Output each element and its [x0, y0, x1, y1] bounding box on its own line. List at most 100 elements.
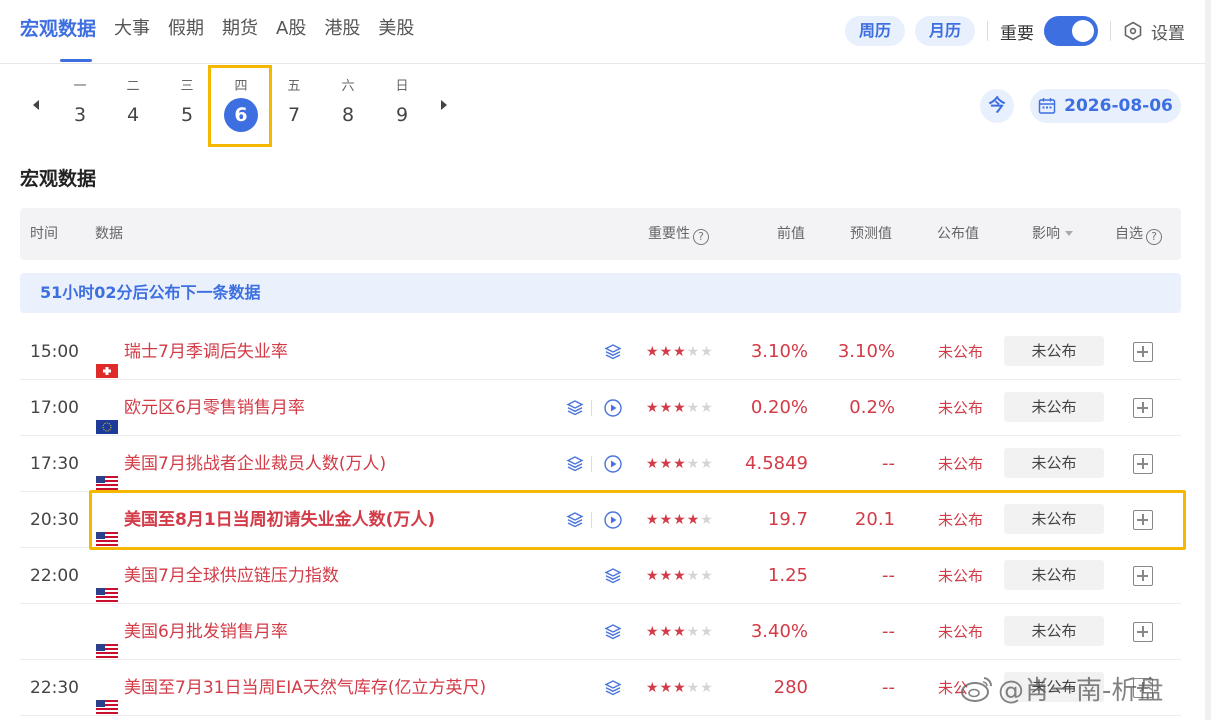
layers-icon[interactable] [603, 566, 623, 586]
row-time: 15:00 [30, 342, 79, 362]
nav-tab-4[interactable]: A股 [276, 0, 306, 62]
play-video-icon[interactable] [603, 398, 623, 418]
day-4[interactable]: 五7 [274, 78, 314, 128]
add-to-watchlist-icon[interactable] [1133, 342, 1153, 362]
row-impact-badge: 未公布 [1004, 392, 1104, 422]
nav-tab-3[interactable]: 期货 [222, 0, 258, 62]
day-0[interactable]: 一3 [60, 78, 100, 128]
star-icon: ★ [646, 680, 660, 696]
add-to-watchlist-icon[interactable] [1133, 398, 1153, 418]
nav-tab-2[interactable]: 假期 [168, 0, 204, 62]
table-row: 17:30 美国7月挑战者企业裁员人数(万人) ★★★★★ 4.5849 -- 未公布 未公… [20, 436, 1181, 492]
row-prev-value: 4.5849 [745, 453, 808, 474]
row-time: 17:30 [30, 454, 79, 474]
day-2[interactable]: 三5 [167, 78, 207, 128]
current-date: 2026-08-06 [1064, 96, 1173, 116]
nav-tab-0[interactable]: 宏观数据 [20, 0, 96, 62]
layers-icon[interactable] [603, 678, 623, 698]
star-icon: ★ [700, 624, 714, 640]
layers-icon[interactable] [565, 398, 585, 418]
today-button[interactable]: 今 [980, 89, 1014, 123]
star-icon: ★ [700, 568, 714, 584]
day-number: 3 [73, 104, 87, 126]
star-icon: ★ [686, 456, 701, 472]
scrollbar[interactable] [1205, 0, 1211, 720]
row-time: 20:30 [30, 510, 79, 530]
star-icon: ★ [700, 344, 714, 360]
row-title[interactable]: 美国至7月31日当周EIA天然气库存(亿立方英尺) [124, 660, 486, 716]
day-6[interactable]: 日9 [382, 78, 422, 128]
play-video-icon[interactable] [603, 454, 623, 474]
nav-tab-6[interactable]: 美股 [378, 0, 414, 62]
date-picker-button[interactable]: 2026-08-06 [1030, 89, 1181, 123]
important-toggle-label: 重要 [1000, 23, 1034, 44]
day-5[interactable]: 六8 [328, 78, 368, 128]
week-calendar-button[interactable]: 周历 [844, 16, 905, 46]
category-tabs: 宏观数据 大事 假期 期货 A股 港股 美股 [20, 0, 432, 62]
importance-help-icon[interactable]: ? [693, 229, 709, 245]
weekday-label: 五 [287, 79, 301, 94]
row-title[interactable]: 欧元区6月零售销售月率 [124, 380, 305, 436]
row-time: 22:30 [30, 678, 79, 698]
row-forecast-value: 0.2% [849, 397, 895, 418]
weekday-label: 三 [180, 79, 194, 94]
star-icon: ★ [700, 680, 714, 696]
divider [987, 21, 988, 41]
day-number: 9 [395, 104, 409, 126]
settings-label: 设置 [1151, 23, 1185, 44]
add-to-watchlist-icon[interactable] [1133, 454, 1153, 474]
header-watch-label: 自选 [1115, 226, 1143, 242]
day-1[interactable]: 二4 [113, 78, 153, 128]
header-impact[interactable]: 影响 [1032, 208, 1073, 260]
selected-day-highlight [208, 65, 272, 147]
star-icon: ★ [686, 568, 701, 584]
add-to-watchlist-icon[interactable] [1133, 566, 1153, 586]
table-header: 时间 数据 重要性? 前值 预测值 公布值 影响 自选? [20, 208, 1181, 260]
row-title[interactable]: 瑞士7月季调后失业率 [124, 324, 288, 380]
day-number: 8 [341, 104, 355, 126]
row-impact-badge: 未公布 [1004, 560, 1104, 590]
divider [591, 456, 592, 472]
star-icon: ★ [659, 344, 674, 360]
star-icon: ★ [673, 456, 687, 472]
star-icon: ★ [673, 680, 687, 696]
weibo-logo-icon [961, 676, 993, 702]
important-toggle[interactable] [1044, 16, 1098, 46]
row-title[interactable]: 美国7月全球供应链压力指数 [124, 548, 339, 604]
flag-us-icon [96, 457, 118, 490]
star-icon: ★ [673, 624, 687, 640]
row-time: 17:00 [30, 398, 79, 418]
row-forecast-value: -- [882, 621, 895, 642]
prev-week-arrow-icon[interactable] [33, 100, 39, 110]
top-navigation: 宏观数据 大事 假期 期货 A股 港股 美股 周历 月历 重要 设置 [0, 0, 1205, 64]
row-impact-badge: 未公布 [1004, 448, 1104, 478]
row-title[interactable]: 美国7月挑战者企业裁员人数(万人) [124, 436, 386, 492]
row-forecast-value: -- [882, 453, 895, 474]
highlighted-row-box [89, 490, 1186, 550]
flag-eu-icon [96, 401, 118, 434]
weekday-label: 一 [73, 79, 87, 94]
row-impact-badge: 未公布 [1004, 336, 1104, 366]
header-prev: 前值 [777, 226, 805, 242]
nav-right-controls: 周历 月历 重要 设置 [835, 14, 1185, 48]
flag-ch-icon [96, 345, 118, 378]
star-icon: ★ [700, 456, 714, 472]
row-time: 22:00 [30, 566, 79, 586]
flag-us-icon [96, 625, 118, 658]
next-week-arrow-icon[interactable] [441, 100, 447, 110]
toggle-knob [1072, 20, 1094, 42]
nav-tab-1[interactable]: 大事 [114, 0, 150, 62]
layers-icon[interactable] [565, 454, 585, 474]
month-calendar-button[interactable]: 月历 [914, 16, 975, 46]
add-to-watchlist-icon[interactable] [1133, 622, 1153, 642]
header-watch: 自选? [1115, 208, 1162, 260]
layers-icon[interactable] [603, 342, 623, 362]
nav-tab-5[interactable]: 港股 [324, 0, 360, 62]
row-title[interactable]: 美国6月批发销售月率 [124, 604, 288, 660]
star-icon: ★ [659, 624, 674, 640]
settings-button[interactable]: 设置 [1123, 19, 1185, 44]
header-data: 数据 [95, 226, 123, 242]
table-row: 17:00 欧元区6月零售销售月率 ★★★★★ 0.20% 0.2% 未公布 未公布 [20, 380, 1181, 436]
watch-help-icon[interactable]: ? [1146, 229, 1162, 245]
layers-icon[interactable] [603, 622, 623, 642]
